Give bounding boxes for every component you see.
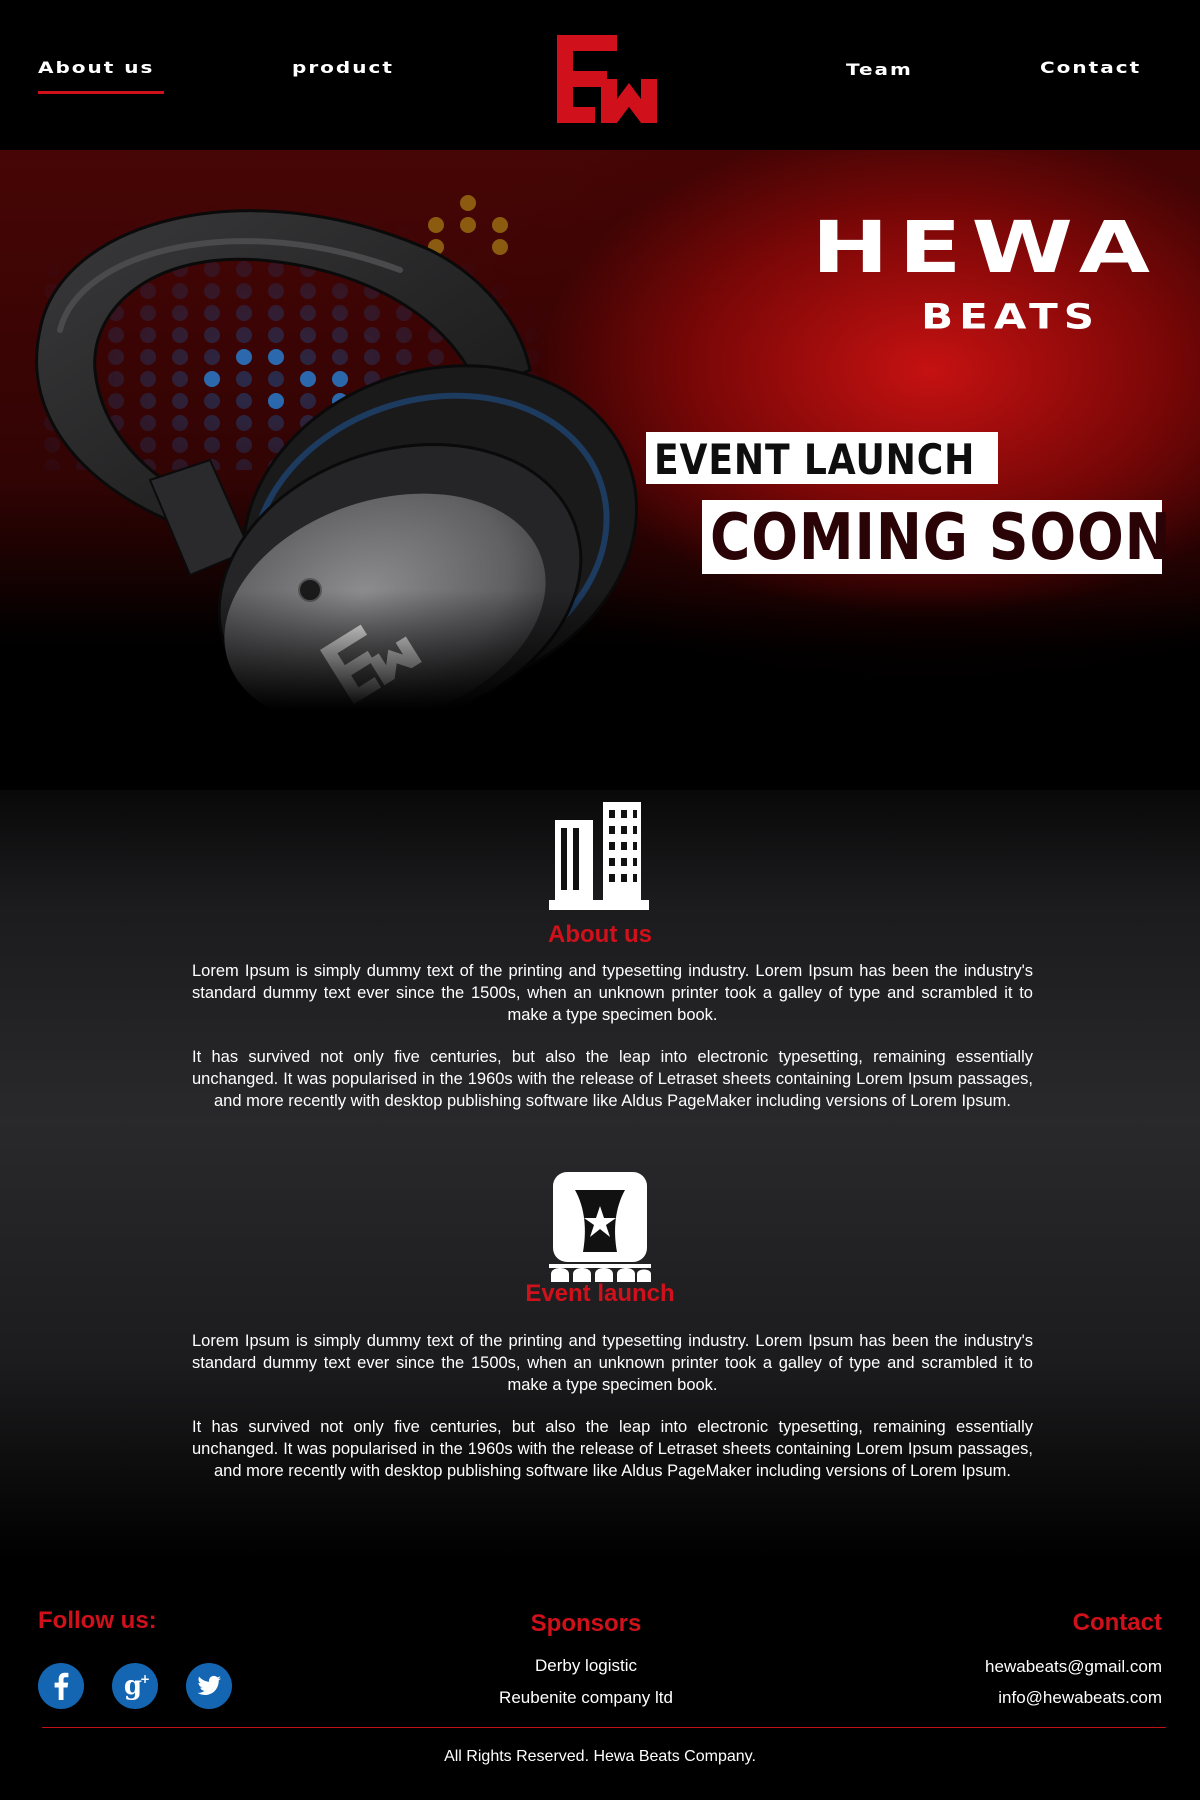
nav-active-underline: [38, 91, 164, 94]
coming-soon-stamp: COMING SOON: [702, 500, 1171, 574]
nav-contact[interactable]: Contact: [1040, 58, 1141, 77]
about-section-title: About us: [548, 921, 652, 948]
copyright-text: All Rights Reserved. Hewa Beats Company.: [444, 1748, 756, 1765]
contact-email-link[interactable]: hewabeats@gmail.com: [985, 1657, 1162, 1677]
hero-bottom-fade: [0, 590, 1200, 790]
sponsors-heading: Sponsors: [530, 1610, 642, 1637]
event-section-title: Event launch: [525, 1280, 675, 1307]
event-launch-stamp: EVENT LAUNCH: [646, 432, 998, 484]
hero-subtitle: BEATS: [921, 296, 1100, 337]
hero-title: HEWA: [811, 205, 1160, 290]
event-launch-text: EVENT LAUNCH: [654, 435, 976, 484]
event-paragraph-1: Lorem Ipsum is simply dummy text of the …: [192, 1332, 1033, 1394]
contact-heading: Contact: [1072, 1609, 1162, 1636]
brand-logo[interactable]: [555, 33, 675, 125]
hero-banner: HEWA BEATS EVENT LAUNCH COMING SOON: [0, 150, 1200, 790]
event-paragraph-2: It has survived not only five centuries,…: [192, 1418, 1033, 1480]
building-icon: [549, 802, 649, 910]
footer-divider: [42, 1727, 1166, 1728]
nav-about-us[interactable]: About us: [38, 58, 154, 77]
top-navigation: About us product Team Contact: [0, 0, 1200, 150]
nav-product[interactable]: product: [292, 58, 394, 77]
about-paragraph-2: It has survived not only five centuries,…: [192, 1048, 1033, 1110]
theater-stage-icon: [549, 1172, 651, 1282]
coming-soon-text: COMING SOON: [710, 501, 1172, 575]
about-paragraph-1: Lorem Ipsum is simply dummy text of the …: [192, 962, 1033, 1024]
nav-team[interactable]: Team: [846, 60, 913, 79]
sponsor-item: Reubenite company ltd: [499, 1688, 673, 1707]
contact-email-link[interactable]: info@hewabeats.com: [998, 1688, 1162, 1708]
